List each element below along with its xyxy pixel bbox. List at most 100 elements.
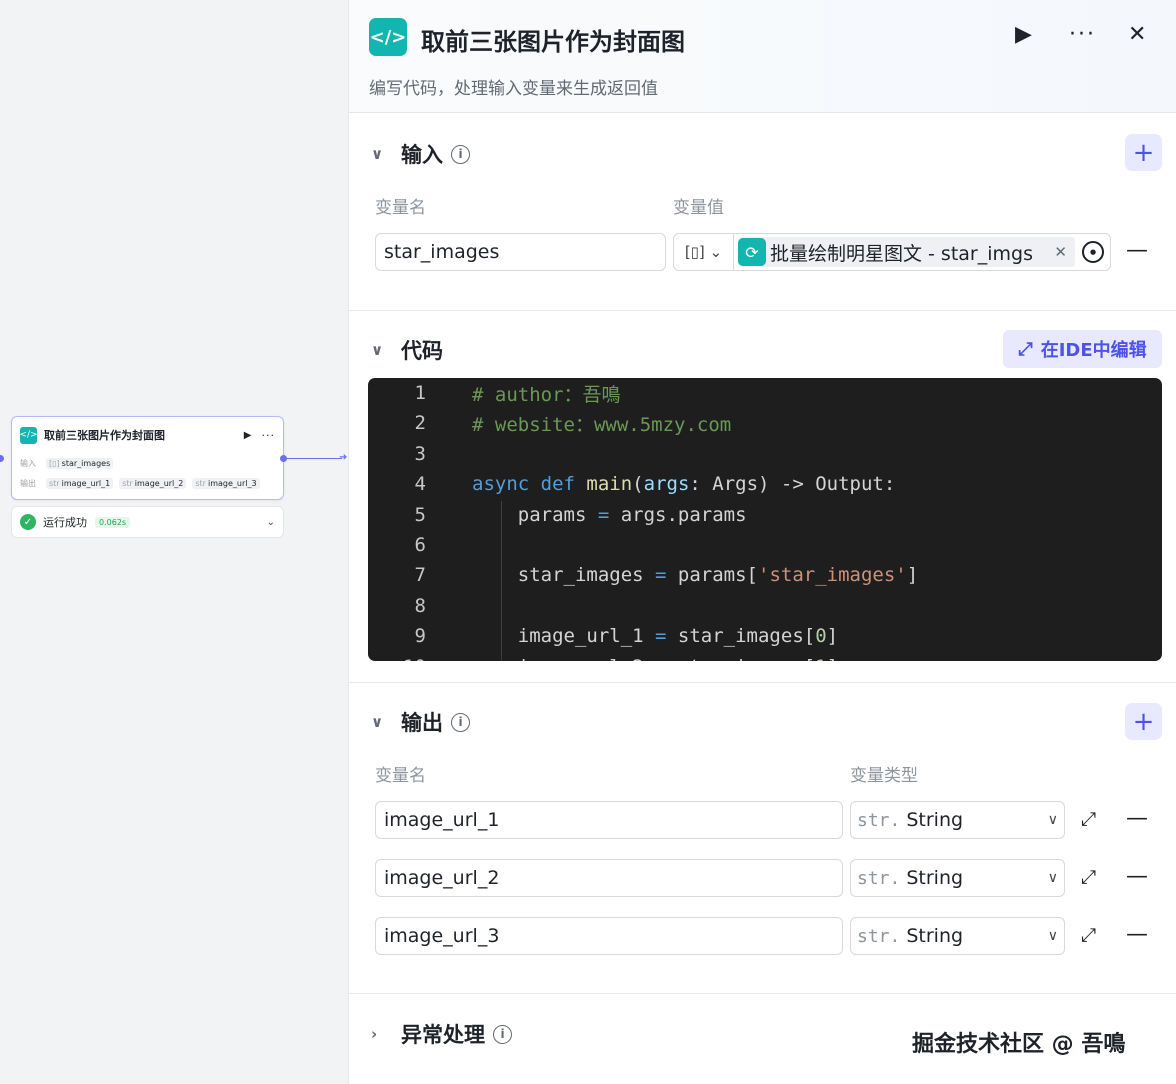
chevron-down-icon: ∨ — [1047, 928, 1058, 944]
node-output-label: 输出 — [20, 478, 36, 488]
code-line: 3 — [414, 443, 426, 465]
run-icon[interactable]: ▶ — [244, 430, 252, 441]
output-type-select[interactable]: str. String ∨ — [850, 801, 1065, 839]
output-var-name-field[interactable]: image_url_3 — [375, 917, 843, 955]
output-port[interactable] — [280, 455, 287, 462]
duration-badge: 0.062s — [95, 516, 131, 528]
code-editor[interactable]: 1 # author：吾鳴 2 # website：www.5mzy.com 3 4… — [368, 378, 1162, 661]
type-label: String — [906, 867, 964, 889]
node-output-chip: str image_url_3 — [192, 477, 260, 489]
panel-header: </> 取前三张图片作为封面图 ▶ ··· ✕ 编写代码，处理输入变量来生成返回… — [349, 0, 1176, 113]
code-icon: </> — [369, 18, 407, 56]
node-title: 取前三张图片作为封面图 — [44, 429, 165, 442]
input-port[interactable] — [0, 455, 4, 462]
type-label: String — [906, 925, 964, 947]
loop-icon: ⟳ — [738, 238, 766, 266]
expand-icon[interactable]: ⤢ — [1081, 924, 1096, 946]
panel-title[interactable]: 取前三张图片作为封面图 — [421, 22, 685, 57]
node-input-label: 输入 — [20, 458, 36, 468]
info-icon[interactable]: i — [451, 712, 470, 732]
node-output-chip: str image_url_2 — [119, 477, 187, 489]
type-tag: str. — [857, 925, 901, 947]
chevron-right-icon[interactable]: › — [371, 1025, 387, 1043]
add-input-button[interactable]: + — [1125, 134, 1162, 171]
error-handling-section-header[interactable]: › 异常处理 i — [371, 1019, 512, 1049]
chevron-down-icon: ⌄ — [709, 243, 723, 261]
divider — [349, 310, 1176, 311]
more-icon[interactable]: ··· — [1069, 22, 1096, 47]
code-line: 5 params = args.params — [414, 504, 747, 526]
divider — [349, 993, 1176, 994]
watermark: 掘金技术社区 @ 吾鳴 — [912, 1032, 1126, 1057]
close-icon[interactable]: ✕ — [1128, 22, 1146, 47]
input-section-header[interactable]: ∨ 输入 i — [371, 139, 470, 169]
code-line: 1 # author：吾鳴 — [414, 382, 621, 406]
info-icon[interactable]: i — [493, 1024, 512, 1044]
output-var-name-field[interactable]: image_url_2 — [375, 859, 843, 897]
connection-arrow-icon: ➜ — [339, 452, 348, 463]
input-var-name-field[interactable]: star_images — [375, 233, 666, 271]
section-title: 输入 — [401, 143, 443, 167]
chevron-down-icon[interactable]: ∨ — [371, 341, 387, 359]
code-line: 6 — [414, 534, 426, 556]
remove-output-button[interactable]: — — [1126, 864, 1148, 889]
column-label-name: 变量名 — [375, 198, 426, 218]
connection-line — [286, 458, 342, 459]
column-label-value: 变量值 — [673, 198, 724, 218]
remove-reference-icon[interactable]: ✕ — [1054, 243, 1067, 261]
code-line: 9 image_url_1 = star_images[0] — [414, 625, 839, 647]
chevron-down-icon[interactable]: ∨ — [371, 713, 387, 731]
code-line: 8 — [414, 595, 426, 617]
edit-in-ide-label: 在IDE中编辑 — [1040, 340, 1147, 361]
node-output-chip: str image_url_1 — [46, 477, 114, 489]
value-type-select[interactable]: [▯] ⌄ — [674, 234, 734, 270]
array-icon: [▯] — [684, 243, 705, 261]
info-icon[interactable]: i — [451, 144, 470, 164]
code-line: 4 async def main(args: Args) -> Output: — [414, 473, 896, 495]
code-line: 10 image_url_2 = star_images[1] — [368, 652, 1162, 661]
type-tag: str. — [857, 809, 901, 831]
code-node[interactable]: </> 取前三张图片作为封面图 ▶ ··· 输入 [▯] star_images … — [11, 416, 287, 500]
chevron-down-icon[interactable]: ⌄ — [267, 517, 275, 528]
chevron-down-icon[interactable]: ∨ — [371, 145, 387, 163]
run-status-bar[interactable]: ✓ 运行成功 0.062s ⌄ — [11, 506, 284, 538]
node-input-chip: [▯] star_images — [46, 457, 114, 469]
output-var-name-field[interactable]: image_url_1 — [375, 801, 843, 839]
variable-picker-icon[interactable]: ● — [1082, 241, 1104, 263]
check-circle-icon: ✓ — [20, 514, 36, 530]
reference-chip[interactable]: ⟳ 批量绘制明星图文 - star_imgs ✕ — [738, 237, 1075, 267]
output-type-select[interactable]: str. String ∨ — [850, 859, 1065, 897]
remove-output-button[interactable]: — — [1126, 806, 1148, 831]
panel-description: 编写代码，处理输入变量来生成返回值 — [369, 79, 658, 99]
section-title: 输出 — [401, 711, 443, 735]
output-type-select[interactable]: str. String ∨ — [850, 917, 1065, 955]
more-icon[interactable]: ··· — [262, 429, 276, 442]
type-label: String — [906, 809, 964, 831]
remove-input-button[interactable]: — — [1126, 238, 1148, 263]
code-section-header[interactable]: ∨ 代码 — [371, 335, 443, 365]
expand-icon[interactable]: ⤢ — [1081, 866, 1096, 888]
section-title: 代码 — [401, 339, 443, 363]
chevron-down-icon: ∨ — [1047, 870, 1058, 886]
type-tag: str. — [857, 867, 901, 889]
output-section-header[interactable]: ∨ 输出 i — [371, 707, 470, 737]
expand-icon[interactable]: ⤢ — [1081, 808, 1096, 830]
remove-output-button[interactable]: — — [1126, 922, 1148, 947]
code-icon: </> — [19, 426, 38, 444]
column-label-type: 变量类型 — [850, 766, 918, 786]
node-config-panel: </> 取前三张图片作为封面图 ▶ ··· ✕ 编写代码，处理输入变量来生成返回… — [348, 0, 1176, 1084]
code-line: 7 star_images = params['star_images'] — [414, 564, 919, 586]
expand-icon: ⤢ — [1018, 338, 1033, 360]
column-label-name: 变量名 — [375, 766, 426, 786]
run-icon[interactable]: ▶ — [1015, 22, 1032, 47]
add-output-button[interactable]: + — [1125, 703, 1162, 740]
input-var-value-field[interactable]: [▯] ⌄ ⟳ 批量绘制明星图文 - star_imgs ✕ ● — [673, 233, 1111, 271]
workflow-canvas[interactable]: ➜ </> 取前三张图片作为封面图 ▶ ··· 输入 [▯] star_image… — [0, 0, 348, 1084]
section-title: 异常处理 — [401, 1023, 485, 1047]
code-line: 2 # website：www.5mzy.com — [414, 412, 732, 436]
edit-in-ide-button[interactable]: ⤢ 在IDE中编辑 — [1003, 330, 1162, 368]
divider — [349, 682, 1176, 683]
chevron-down-icon: ∨ — [1047, 812, 1058, 828]
status-text: 运行成功 — [43, 516, 87, 529]
reference-text: 批量绘制明星图文 - star_imgs — [770, 242, 1033, 265]
